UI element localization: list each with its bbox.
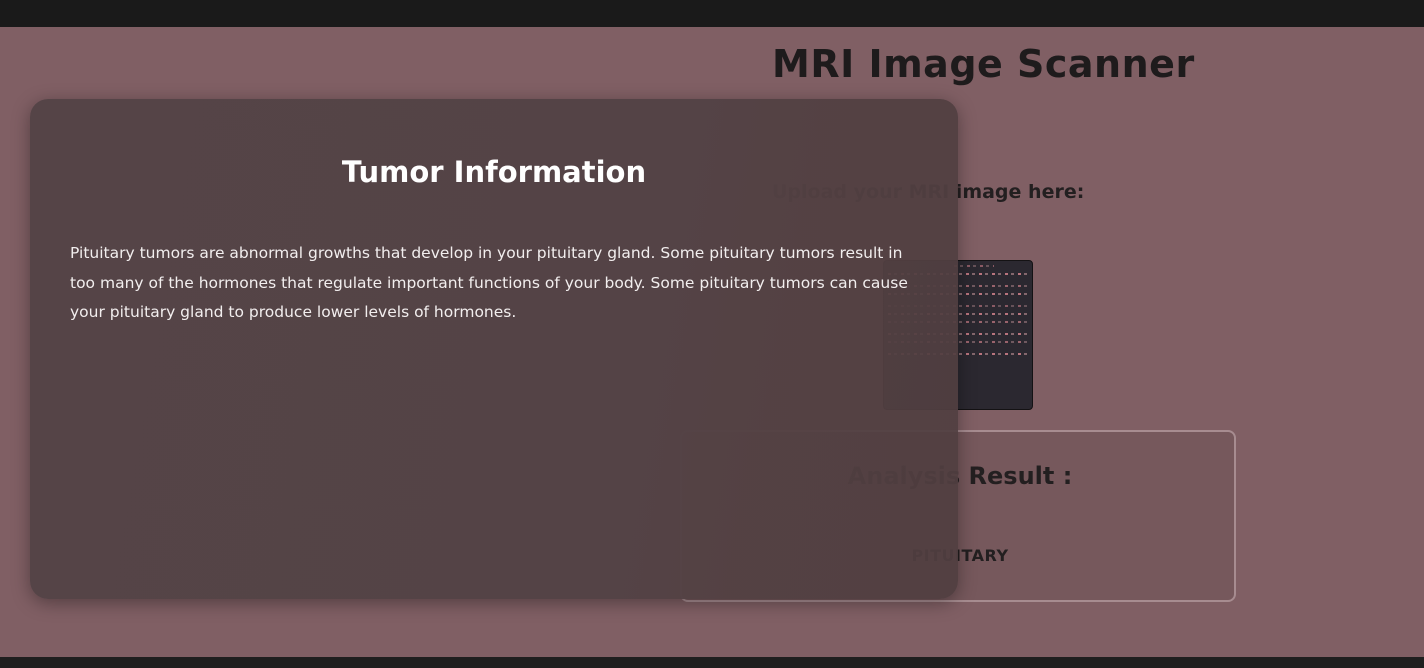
page-title: MRI Image Scanner [772,42,1195,86]
modal-body-text: Pituitary tumors are abnormal growths th… [70,244,908,321]
modal-title: Tumor Information [341,155,647,189]
top-bar [0,0,1424,27]
tumor-info-modal[interactable]: Tumor Information Pituitary tumors are a… [30,99,958,599]
bottom-bar [0,657,1424,668]
